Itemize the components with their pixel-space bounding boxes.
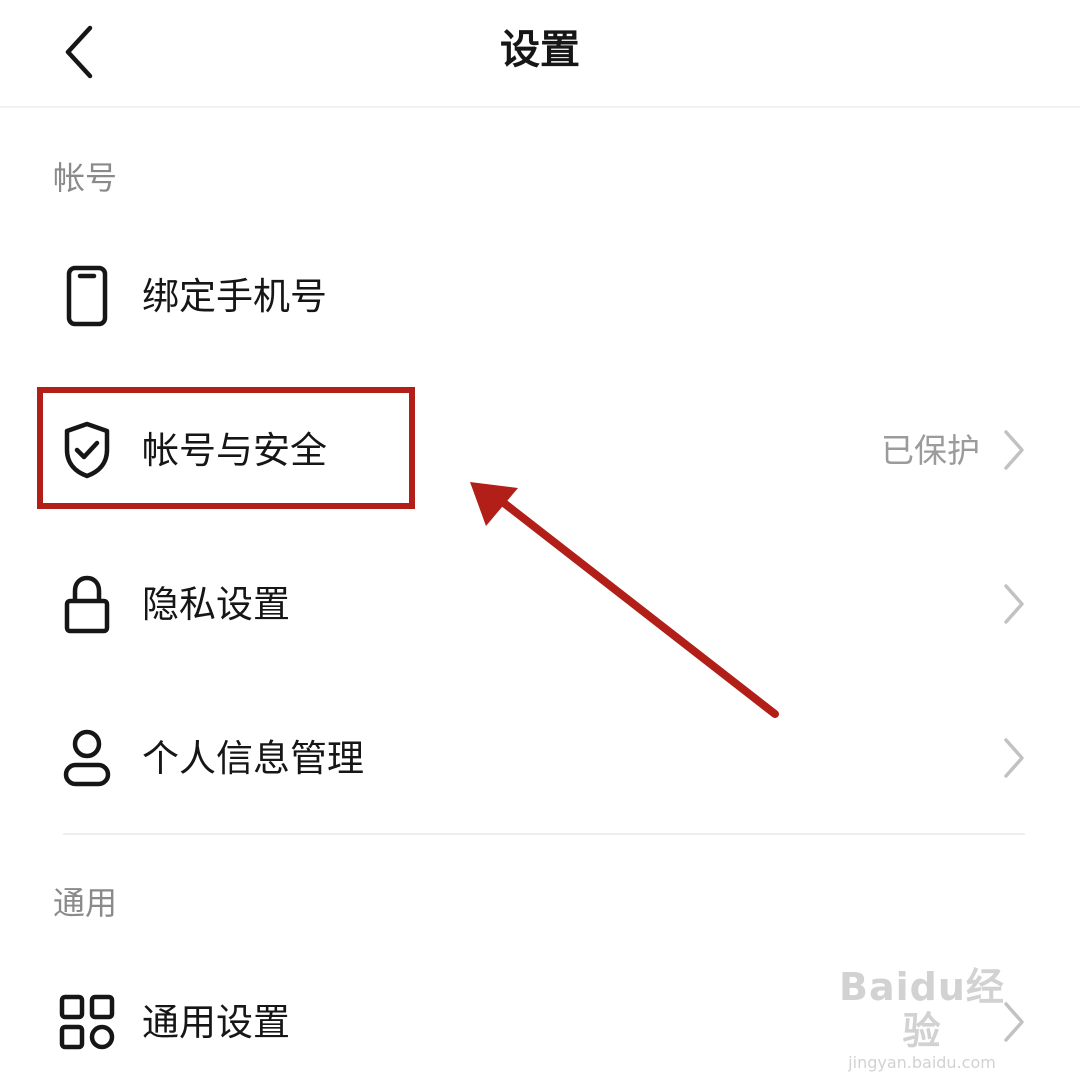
grid-icon [59, 994, 115, 1050]
protection-status: 已保护 [881, 431, 980, 470]
personal-info-item[interactable]: 个人信息管理 [0, 698, 1080, 818]
chevron-right-icon [1004, 738, 1024, 778]
section-header-general: 通用 [53, 884, 118, 922]
section-divider [63, 833, 1025, 835]
chevron-right-icon [1004, 430, 1024, 470]
section-header-account: 帐号 [53, 159, 118, 197]
shield-check-icon [64, 421, 110, 479]
page-title: 设置 [500, 27, 580, 73]
privacy-settings-label: 隐私设置 [142, 583, 290, 626]
bind-phone-label: 绑定手机号 [142, 275, 327, 318]
privacy-settings-item[interactable]: 隐私设置 [0, 544, 1080, 664]
settings-page: 设置 帐号 绑定手机号 帐号与安全 已保护 隐私设置 个人信息管理 通用 通用设… [0, 0, 1080, 1080]
account-security-label: 帐号与安全 [142, 429, 327, 472]
chevron-right-icon [1004, 584, 1024, 624]
bind-phone-item[interactable]: 绑定手机号 [0, 236, 1080, 356]
phone-icon [66, 265, 108, 327]
chevron-right-icon [1004, 1002, 1024, 1042]
general-settings-item[interactable]: 通用设置 [0, 962, 1080, 1080]
personal-info-label: 个人信息管理 [142, 737, 364, 780]
annotation-arrow-icon [470, 482, 779, 718]
lock-icon [64, 575, 110, 634]
general-settings-label: 通用设置 [142, 1001, 290, 1044]
person-icon [63, 729, 111, 787]
header-bar: 设置 [0, 0, 1080, 108]
account-security-item[interactable]: 帐号与安全 已保护 [0, 390, 1080, 510]
